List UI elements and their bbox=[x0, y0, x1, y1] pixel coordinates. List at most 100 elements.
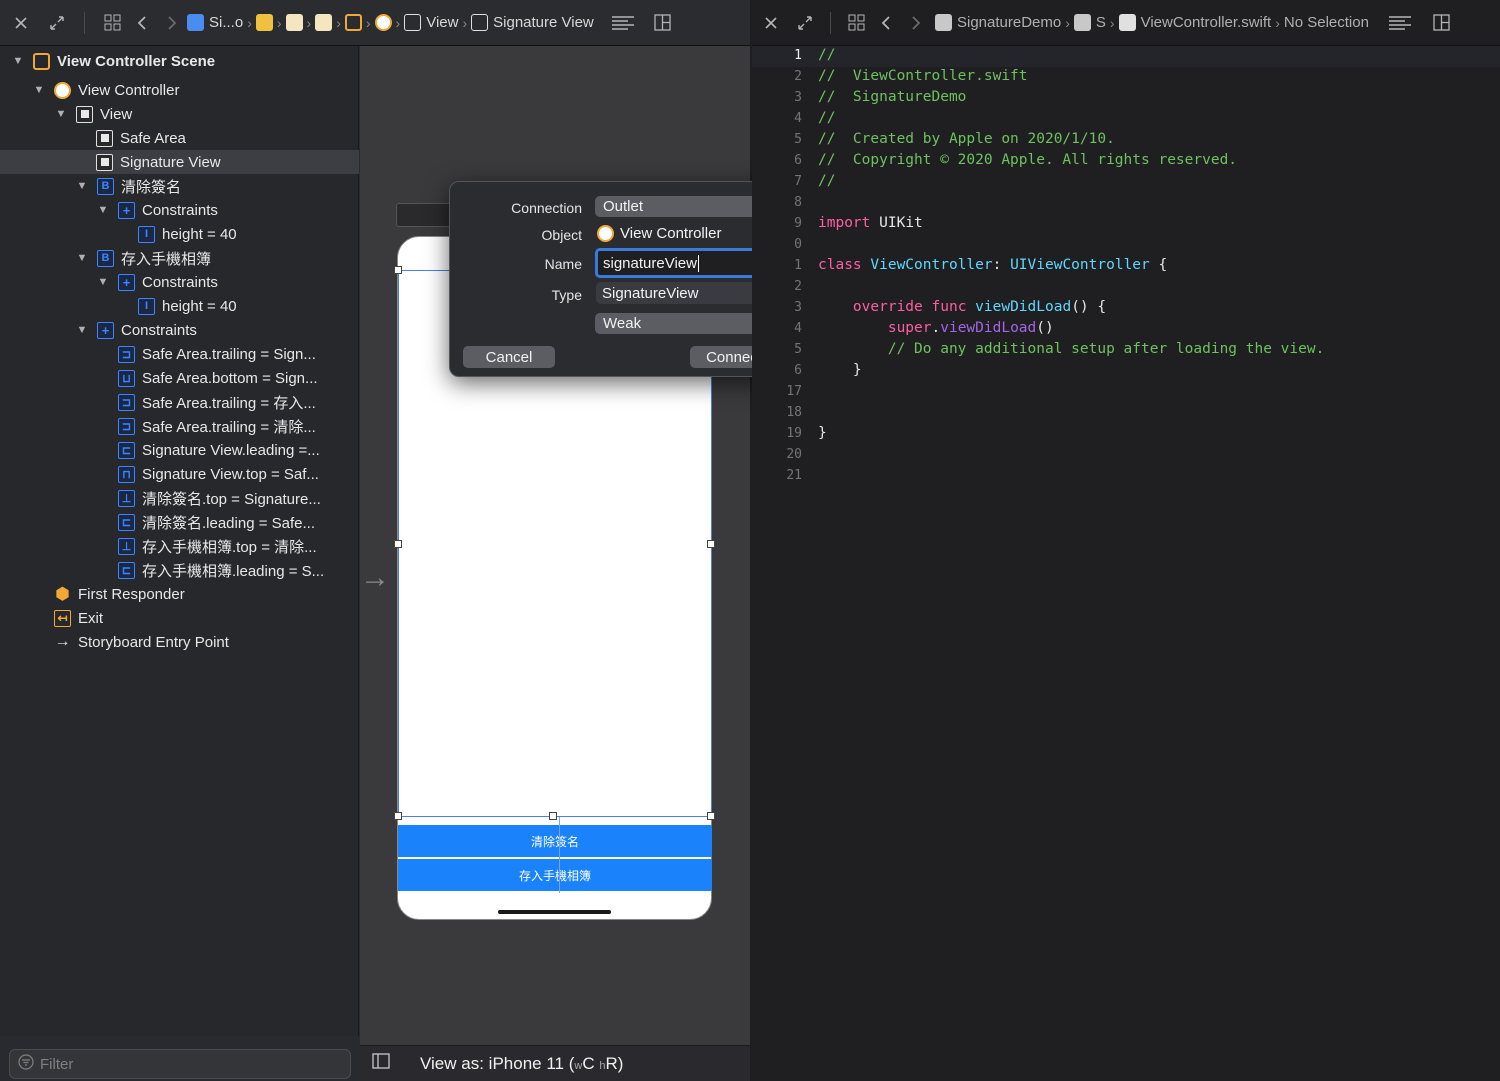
breadcrumb-file[interactable]: ViewController.swift bbox=[1118, 14, 1271, 31]
resize-handle[interactable] bbox=[707, 812, 715, 820]
outline-row-constraint[interactable]: ⊥ 存入手機相簿.top = 清除... bbox=[0, 534, 359, 558]
expand-icon[interactable] bbox=[790, 15, 820, 31]
breadcrumb-base[interactable] bbox=[315, 14, 333, 31]
back-chevron-icon[interactable] bbox=[127, 15, 157, 31]
breadcrumb-view-controller[interactable] bbox=[374, 14, 392, 31]
object-value: View Controller bbox=[597, 225, 721, 242]
outline-row-entry-point[interactable]: → Storyboard Entry Point bbox=[0, 630, 359, 654]
breadcrumb-view[interactable]: View bbox=[404, 14, 458, 31]
top-constraint-icon: ⊥ bbox=[118, 537, 135, 555]
code-token: import bbox=[818, 215, 871, 231]
outline-row-view[interactable]: ▼ View bbox=[0, 102, 359, 126]
forward-chevron-icon[interactable] bbox=[901, 15, 931, 31]
editor-options-icon[interactable] bbox=[1385, 15, 1415, 30]
disclosure-triangle-icon[interactable]: ▼ bbox=[12, 55, 24, 67]
storage-popup[interactable]: Weak ▴▾ bbox=[595, 313, 778, 334]
resize-handle[interactable] bbox=[394, 812, 402, 820]
outline-row-constraints[interactable]: ▼ Constraints bbox=[0, 270, 359, 294]
document-outline: ▼ View Controller Scene ▼ View Controller … bbox=[0, 46, 359, 1036]
back-chevron-icon[interactable] bbox=[871, 15, 901, 31]
close-editor-icon[interactable] bbox=[752, 16, 790, 30]
code-token: } bbox=[818, 425, 827, 441]
code-token: super bbox=[887, 320, 932, 336]
outline-row-constraint[interactable]: Iheight = 40 bbox=[0, 294, 359, 318]
resize-handle[interactable] bbox=[394, 540, 402, 548]
line-number: 3 bbox=[794, 90, 802, 105]
outline-row-first-responder[interactable]: ⬢ First Responder bbox=[0, 582, 359, 606]
add-editor-icon[interactable] bbox=[1427, 14, 1457, 31]
code-editor[interactable]: 1 2 3 4 5 6 7 8 9 0 1 2 3 4 5 6 17 18 19… bbox=[752, 46, 1500, 1081]
outline-row-constraint[interactable]: ⊏ 存入手機相簿.leading = S... bbox=[0, 558, 359, 582]
outline-row-signature-view[interactable]: Signature View bbox=[0, 150, 359, 174]
disclosure-triangle-icon[interactable]: ▼ bbox=[97, 276, 109, 288]
outline-row-exit[interactable]: ↤ Exit bbox=[0, 606, 359, 630]
breadcrumb-folder[interactable] bbox=[255, 14, 273, 31]
breadcrumb-separator: › bbox=[1109, 14, 1115, 31]
code-token: viewDidLoad bbox=[975, 299, 1072, 315]
clear-signature-button[interactable]: 清除簽名 bbox=[398, 825, 712, 857]
cube-icon: ⬢ bbox=[55, 586, 70, 603]
outline-row-constraint[interactable]: ⊐ Safe Area.trailing = 清除... bbox=[0, 414, 359, 438]
outline-row-constraint[interactable]: ⊐ Safe Area.trailing = 存入... bbox=[0, 390, 359, 414]
outline-label: First Responder bbox=[78, 585, 185, 603]
related-items-icon[interactable] bbox=[97, 14, 127, 31]
breadcrumb-signature-view[interactable]: Signature View bbox=[471, 14, 594, 31]
connection-popup[interactable]: Outlet ▴▾ bbox=[595, 196, 778, 217]
outline-filter-field[interactable]: Filter bbox=[9, 1049, 351, 1079]
cancel-button[interactable]: Cancel bbox=[463, 346, 555, 368]
breadcrumb-project[interactable]: SignatureDemo bbox=[935, 14, 1061, 31]
resize-handle[interactable] bbox=[394, 266, 402, 274]
outline-label: Constraints bbox=[142, 273, 218, 291]
outline-row-constraint[interactable]: ⊥ 清除簽名.top = Signature... bbox=[0, 486, 359, 510]
add-editor-icon[interactable] bbox=[648, 14, 678, 31]
breadcrumb-scene[interactable] bbox=[344, 14, 362, 31]
code-token: UIViewController bbox=[1010, 257, 1150, 273]
constraints-icon bbox=[97, 321, 114, 339]
expand-icon[interactable] bbox=[42, 15, 72, 31]
save-to-photos-button[interactable]: 存入手機相簿 bbox=[398, 859, 712, 891]
disclosure-triangle-icon[interactable]: ▼ bbox=[33, 84, 45, 96]
forward-chevron-icon[interactable] bbox=[157, 15, 187, 31]
disclosure-triangle-icon[interactable]: ▼ bbox=[55, 108, 67, 120]
outline-row-constraint[interactable]: Iheight = 40 bbox=[0, 222, 359, 246]
disclosure-triangle-icon[interactable]: ▼ bbox=[97, 204, 109, 216]
outline-row-safe-area[interactable]: Safe Area bbox=[0, 126, 359, 150]
resize-handle[interactable] bbox=[707, 540, 715, 548]
outline-row-constraint[interactable]: ⊔ Safe Area.bottom = Sign... bbox=[0, 366, 359, 390]
outline-row-constraint[interactable]: ⊏ Signature View.leading =... bbox=[0, 438, 359, 462]
outline-label: 清除簽名 bbox=[121, 178, 182, 196]
code-token: : bbox=[992, 257, 1002, 273]
connection-popover: Connection Outlet ▴▾ Object View Control… bbox=[449, 181, 790, 377]
outline-label: View Controller bbox=[78, 81, 180, 99]
toggle-outline-icon[interactable] bbox=[372, 1053, 390, 1074]
breadcrumb-selection[interactable]: No Selection bbox=[1284, 14, 1369, 31]
outline-label: Signature View.top = Saf... bbox=[142, 465, 319, 483]
outline-row-constraints[interactable]: ▼ Constraints bbox=[0, 198, 359, 222]
disclosure-triangle-icon[interactable]: ▼ bbox=[76, 324, 88, 336]
outline-row-clear-button[interactable]: ▼ B 清除簽名 bbox=[0, 174, 359, 198]
type-combo-box[interactable]: SignatureView ▼ bbox=[596, 282, 778, 304]
close-editor-icon[interactable] bbox=[0, 16, 42, 30]
outline-row-constraint[interactable]: ⊓ Signature View.top = Saf... bbox=[0, 462, 359, 486]
line-number: 4 bbox=[794, 111, 802, 126]
outline-row-view-controller[interactable]: ▼ View Controller bbox=[0, 78, 359, 102]
outline-label: height = 40 bbox=[162, 297, 237, 315]
home-indicator bbox=[498, 910, 611, 914]
height-constraint-icon: I bbox=[138, 297, 155, 315]
breadcrumb-storyboard[interactable] bbox=[285, 14, 303, 31]
related-items-icon[interactable] bbox=[841, 14, 871, 31]
outline-row-constraint[interactable]: ⊐ Safe Area.trailing = Sign... bbox=[0, 342, 359, 366]
breadcrumb-folder[interactable]: S bbox=[1073, 14, 1106, 31]
breadcrumb-project[interactable]: Si...o bbox=[187, 14, 243, 31]
outline-row-save-button[interactable]: ▼ B 存入手機相簿 bbox=[0, 246, 359, 270]
breadcrumb-project-label: Si...o bbox=[209, 14, 244, 31]
outline-row-constraints[interactable]: ▼ Constraints bbox=[0, 318, 359, 342]
scene-dock[interactable] bbox=[396, 203, 456, 227]
outline-row-scene[interactable]: ▼ View Controller Scene bbox=[0, 49, 359, 73]
disclosure-triangle-icon[interactable]: ▼ bbox=[76, 252, 88, 264]
resize-handle[interactable] bbox=[549, 812, 557, 820]
device-configuration-button[interactable]: View as: iPhone 11 (wC hR) bbox=[420, 1054, 623, 1074]
disclosure-triangle-icon[interactable]: ▼ bbox=[76, 180, 88, 192]
editor-options-icon[interactable] bbox=[608, 15, 638, 30]
outline-row-constraint[interactable]: ⊏ 清除簽名.leading = Safe... bbox=[0, 510, 359, 534]
